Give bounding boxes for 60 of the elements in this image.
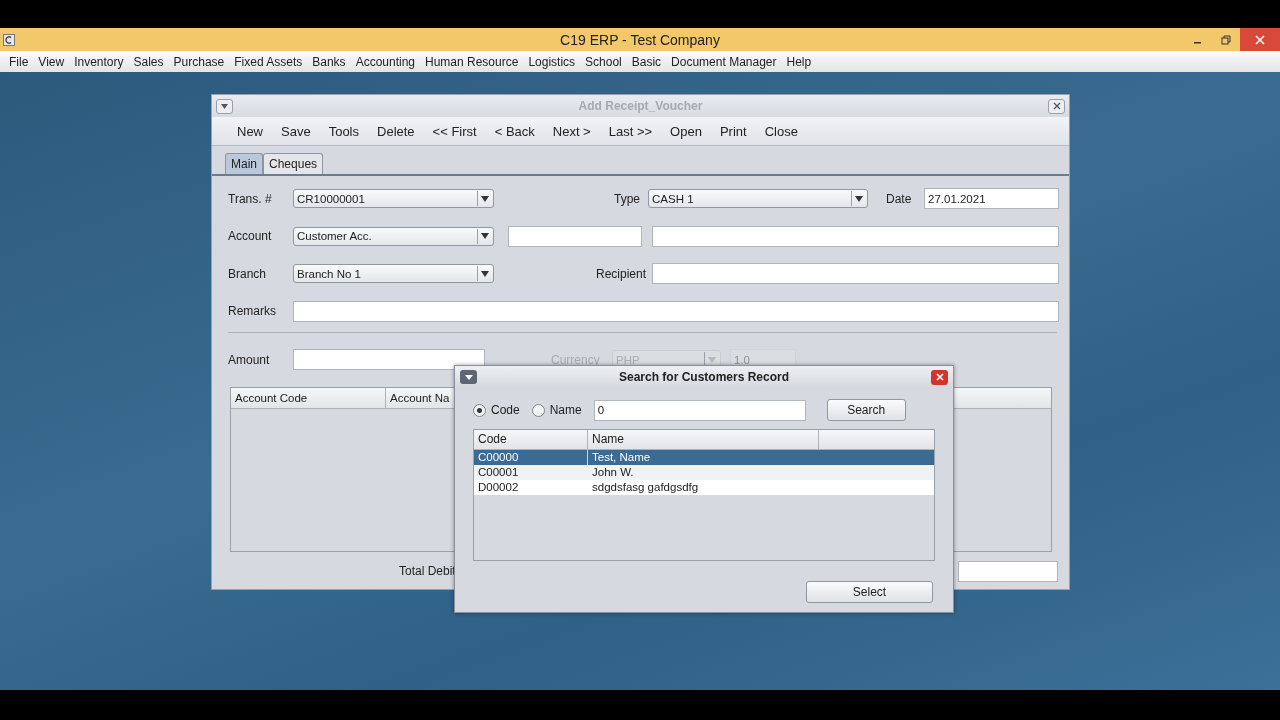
dropdown[interactable]: CASH 1	[648, 189, 868, 208]
dropdown[interactable]: CR10000001	[293, 189, 494, 208]
menu-item[interactable]: School	[580, 54, 627, 69]
toolbar-button[interactable]: << First	[423, 123, 486, 139]
menu-item[interactable]: View	[33, 54, 70, 69]
field-label: Account	[228, 229, 273, 244]
menu-item[interactable]: Help	[781, 54, 817, 69]
table-cell-text: Test, Name	[591, 450, 651, 465]
toolbar-button[interactable]: Next >	[543, 123, 600, 139]
field-label: Amount	[228, 352, 271, 367]
dialog-title: Search for Customers Record	[618, 370, 790, 384]
dropdown[interactable]: Customer Acc.	[293, 226, 494, 246]
radio-button[interactable]: Code	[473, 403, 520, 417]
toolbar-button[interactable]: Print	[710, 123, 756, 139]
table-row[interactable]: D00002 sdgdsfasg gafdgsdfg	[474, 480, 934, 495]
field-label: Remarks	[228, 304, 277, 319]
toolbar-button[interactable]: < Back	[485, 123, 544, 139]
field-label: Date	[886, 191, 913, 206]
menu-item[interactable]: Fixed Assets	[229, 54, 308, 69]
menu-item[interactable]: File	[4, 54, 34, 69]
table-cell-text: C00001	[477, 465, 520, 480]
field-label: Branch	[228, 266, 268, 281]
dropdown[interactable]: Branch No 1	[293, 264, 494, 284]
window-title: Add Receipt_Voucher	[578, 99, 703, 113]
toolbar-button[interactable]: New	[228, 123, 272, 139]
column-header[interactable]: Account Code	[231, 387, 386, 408]
table-cell-text: sdgdsfasg gafdgsdfg	[591, 480, 699, 495]
menu-item[interactable]: Accounting	[350, 54, 420, 69]
search-button[interactable]: Search	[826, 399, 906, 421]
table-cell-text: John W.	[591, 465, 634, 480]
tab[interactable]: Cheques	[263, 153, 324, 174]
menu-item[interactable]: Purchase	[168, 54, 230, 69]
toolbar-button[interactable]: Tools	[319, 123, 368, 139]
toolbar-button[interactable]: Last >>	[599, 123, 662, 139]
column-header[interactable]: Code	[474, 430, 588, 449]
menu-item[interactable]: Logistics	[523, 54, 581, 69]
table-row[interactable]: C00000 Test, Name	[474, 450, 934, 465]
field-label: Trans. #	[228, 191, 273, 206]
menu-item[interactable]: Document Manager	[666, 54, 782, 69]
total-debit-label: Total Debit	[399, 564, 456, 579]
menu-item[interactable]: Inventory	[69, 54, 129, 69]
tab[interactable]: Main	[225, 153, 263, 174]
toolbar-button[interactable]: Save	[272, 123, 320, 139]
radio-button[interactable]: Name	[531, 403, 582, 417]
menu-item[interactable]: Human Resource	[420, 54, 524, 69]
table-cell-text: D00002	[477, 480, 520, 495]
window-title: C19 ERP - Test Company	[560, 31, 720, 48]
toolbar-button[interactable]: Open	[661, 123, 711, 139]
text-field[interactable]: 27.01.2021	[924, 188, 1059, 209]
search-field[interactable]: 0	[593, 399, 806, 421]
table-row[interactable]: C00001 John W.	[474, 465, 934, 480]
field-label: Type	[614, 191, 641, 206]
select-button[interactable]: Select	[806, 581, 933, 603]
toolbar-button[interactable]: Delete	[368, 123, 424, 139]
menu-item[interactable]: Banks	[307, 54, 351, 69]
toolbar-button[interactable]: Close	[755, 123, 807, 139]
column-header[interactable]: Name	[588, 430, 819, 449]
menu-item[interactable]: Basic	[626, 54, 667, 69]
menu-item[interactable]: Sales	[128, 54, 169, 69]
field-label: Recipient	[596, 266, 648, 281]
